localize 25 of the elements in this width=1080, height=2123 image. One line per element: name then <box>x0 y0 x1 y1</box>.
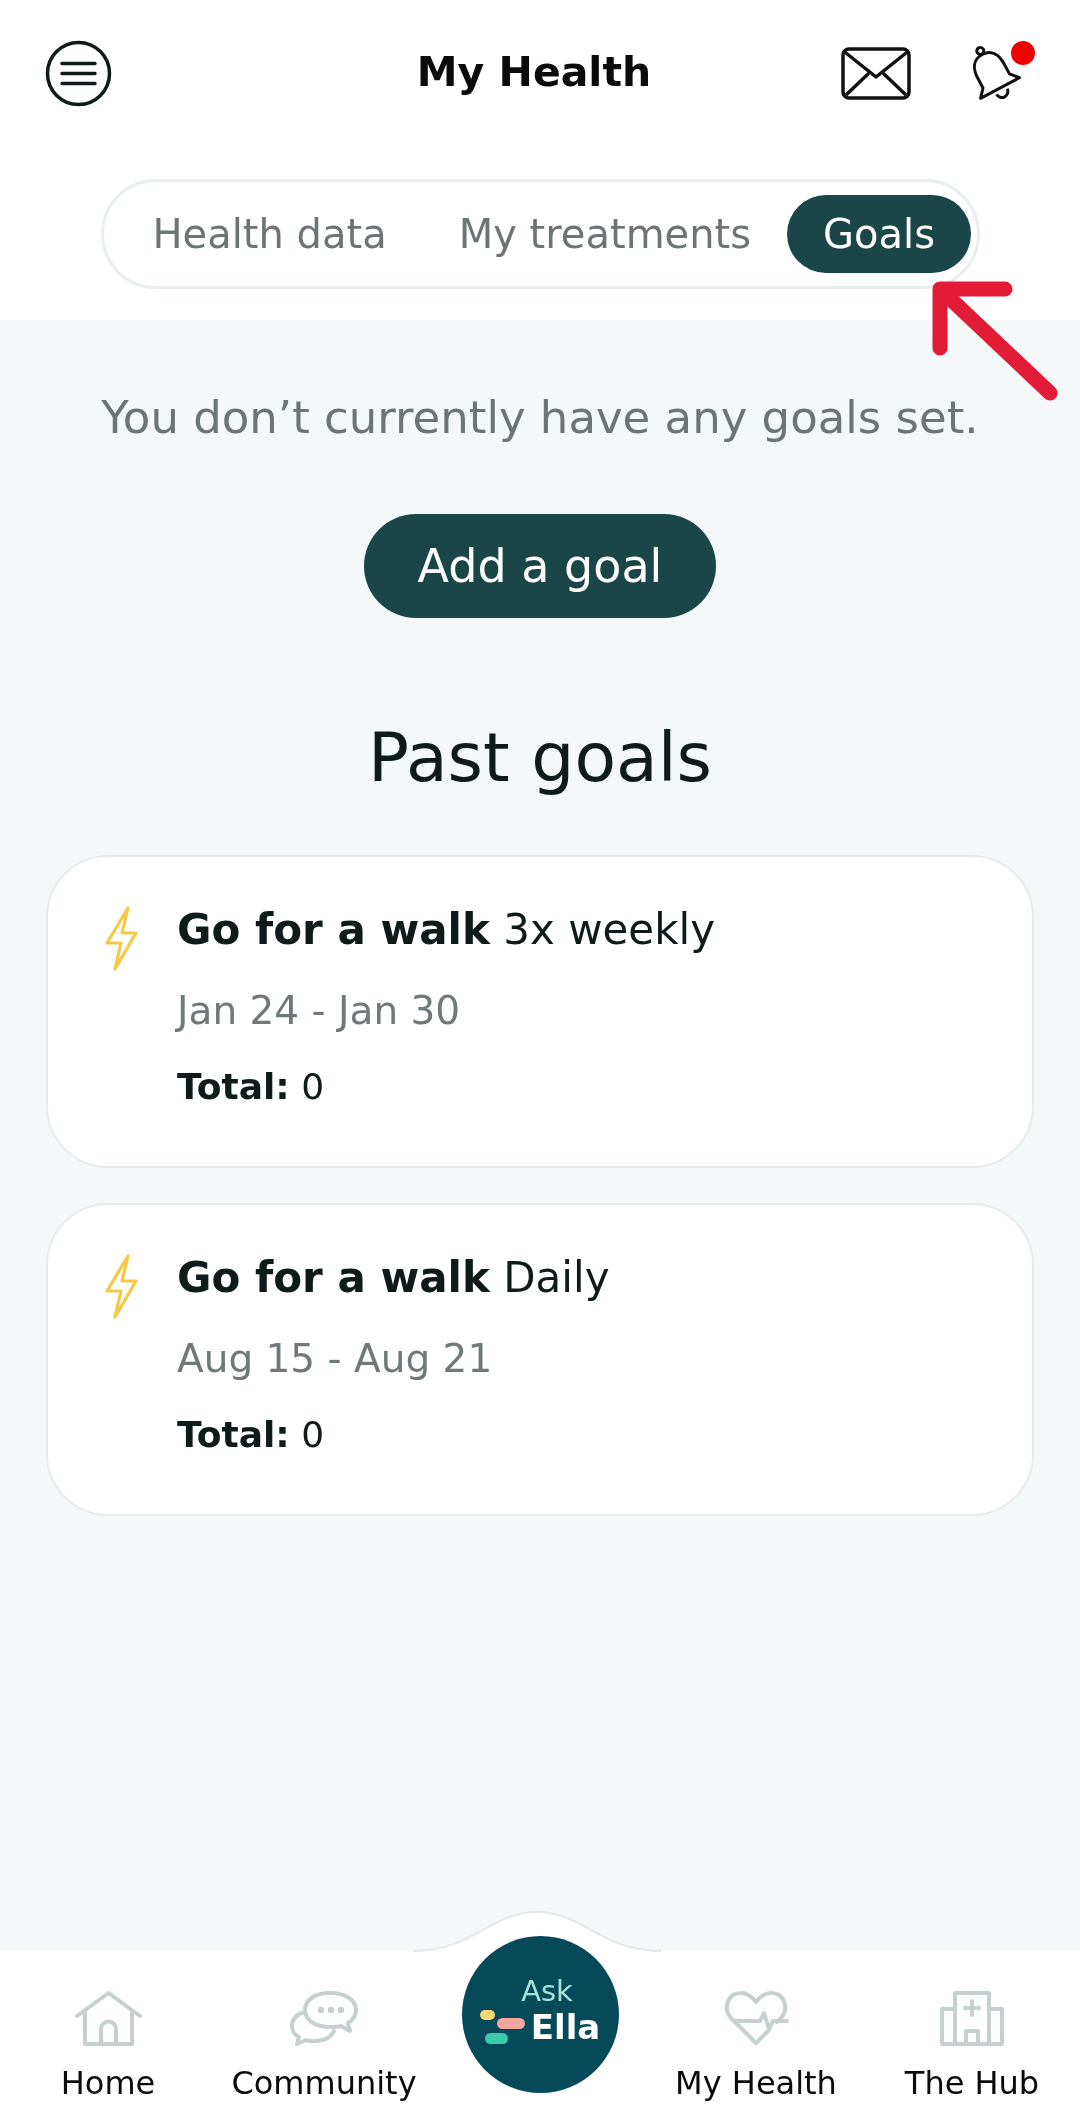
page-title: My Health <box>416 48 652 98</box>
segment-tab[interactable]: Health data <box>116 195 423 273</box>
goal-title: Go for a walk 3x weekly <box>177 904 715 956</box>
nav-tab[interactable]: The Hub <box>900 1989 1044 2103</box>
goal-dates: Jan 24 - Jan 30 <box>177 987 461 1035</box>
chat-bubbles-icon <box>288 1989 360 2047</box>
segment-tab[interactable]: Goals <box>787 195 971 273</box>
nav-tab[interactable]: Home <box>56 1989 160 2103</box>
empty-goals-message: You don’t currently have any goals set. <box>101 390 979 446</box>
home-icon <box>72 1989 144 2047</box>
ask-ella-button[interactable]: Ask Ella <box>461 1936 619 2093</box>
heart-pulse-icon <box>722 1989 790 2047</box>
nav-tab[interactable]: Community <box>227 1989 421 2103</box>
nav-tab[interactable]: My Health <box>671 1989 841 2103</box>
add-goal-button[interactable]: Add a goal <box>363 514 717 618</box>
hospital-building-icon <box>938 1989 1006 2047</box>
goal-title: Go for a walk Daily <box>177 1252 610 1304</box>
color-bars-logo-icon <box>479 2009 525 2044</box>
segment-tab[interactable]: My treatments <box>422 195 788 273</box>
goal-total: Total: 0 <box>177 1413 325 1457</box>
goal-dates: Aug 15 - Aug 21 <box>177 1335 493 1383</box>
mail-icon[interactable] <box>841 46 911 100</box>
goal-total: Total: 0 <box>177 1065 325 1109</box>
menu-icon[interactable] <box>45 39 112 107</box>
section-heading: Past goals <box>367 718 713 798</box>
